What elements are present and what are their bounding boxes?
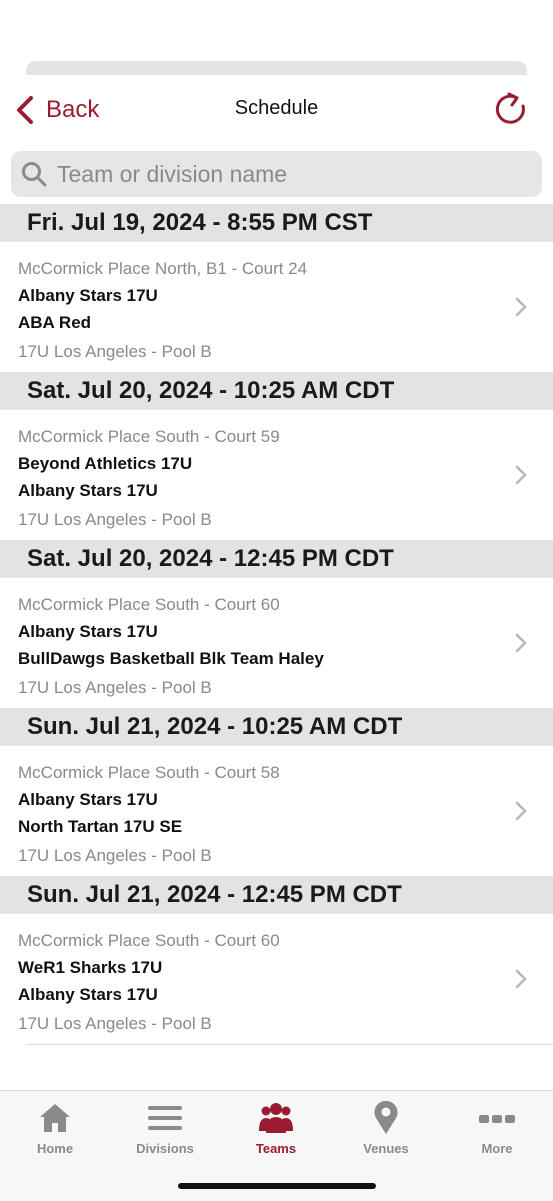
game-venue: McCormick Place North, B1 - Court 24 [18, 259, 308, 278]
tab-more[interactable]: More [442, 1101, 552, 1161]
tab-teams[interactable]: Teams [221, 1101, 331, 1161]
tab-label: Home [36, 1141, 74, 1156]
tab-divisions[interactable]: Divisions [110, 1101, 220, 1161]
tab-venues[interactable]: Venues [331, 1101, 441, 1161]
game-row[interactable]: McCormick Place South - Court 60 Albany … [0, 578, 553, 708]
search-bar[interactable] [11, 151, 542, 197]
date-header: Fri. Jul 19, 2024 - 8:55 PM CST [0, 204, 553, 242]
navigation-bar: Back Schedule [0, 75, 553, 145]
game-team-2: BullDawgs Basketball Blk Team Haley [18, 649, 324, 668]
tab-home[interactable]: Home [0, 1101, 110, 1161]
game-team-2: Albany Stars 17U [18, 985, 158, 1004]
tab-label: Teams [255, 1141, 297, 1156]
game-team-2: North Tartan 17U SE [18, 817, 183, 836]
refresh-icon[interactable] [495, 92, 527, 126]
game-team-1: Albany Stars 17U [18, 286, 158, 305]
schedule-sheet: Back Schedule Fri. Jul 19, 2024 - 8:55 P… [0, 75, 553, 1090]
game-division: 17U Los Angeles - Pool B [18, 1014, 212, 1033]
tab-label: Divisions [136, 1141, 194, 1156]
game-team-1: WeR1 Sharks 17U [18, 958, 163, 977]
game-row[interactable]: McCormick Place North, B1 - Court 24 Alb… [0, 242, 553, 372]
game-row[interactable]: McCormick Place South - Court 59 Beyond … [0, 410, 553, 540]
game-division: 17U Los Angeles - Pool B [18, 846, 212, 865]
date-header: Sun. Jul 21, 2024 - 10:25 AM CDT [0, 708, 553, 746]
people-icon [259, 1103, 293, 1133]
game-venue: McCormick Place South - Court 58 [18, 763, 280, 782]
more-dots-icon [479, 1115, 515, 1123]
game-division: 17U Los Angeles - Pool B [18, 342, 212, 361]
game-division: 17U Los Angeles - Pool B [18, 678, 212, 697]
location-pin-icon [374, 1101, 398, 1134]
chevron-right-icon [515, 969, 527, 989]
date-header: Sat. Jul 20, 2024 - 10:25 AM CDT [0, 372, 553, 410]
game-team-1: Albany Stars 17U [18, 790, 158, 809]
date-header: Sun. Jul 21, 2024 - 12:45 PM CDT [0, 876, 553, 914]
home-indicator [178, 1183, 376, 1189]
game-row[interactable]: McCormick Place South - Court 58 Albany … [0, 746, 553, 876]
game-division: 17U Los Angeles - Pool B [18, 510, 212, 529]
game-team-1: Albany Stars 17U [18, 622, 158, 641]
game-venue: McCormick Place South - Court 60 [18, 595, 280, 614]
schedule-list: Fri. Jul 19, 2024 - 8:55 PM CST McCormic… [0, 204, 553, 1045]
page-title: Schedule [234, 97, 319, 119]
chevron-right-icon [515, 801, 527, 821]
search-icon [22, 162, 47, 187]
game-team-2: ABA Red [18, 313, 92, 332]
game-venue: McCormick Place South - Court 59 [18, 427, 280, 446]
chevron-right-icon [515, 633, 527, 653]
date-header: Sat. Jul 20, 2024 - 12:45 PM CDT [0, 540, 553, 578]
game-team-1: Beyond Athletics 17U [18, 454, 193, 473]
game-venue: McCormick Place South - Court 60 [18, 931, 280, 950]
tab-label: More [481, 1141, 513, 1156]
chevron-right-icon [515, 465, 527, 485]
game-team-2: Albany Stars 17U [18, 481, 158, 500]
sheet-backdrop [26, 61, 527, 75]
tab-label: Venues [363, 1141, 409, 1156]
home-icon [40, 1104, 70, 1132]
game-row[interactable]: McCormick Place South - Court 60 WeR1 Sh… [18, 914, 553, 1045]
search-input[interactable] [55, 159, 529, 189]
list-icon [148, 1106, 182, 1130]
chevron-right-icon [515, 297, 527, 317]
